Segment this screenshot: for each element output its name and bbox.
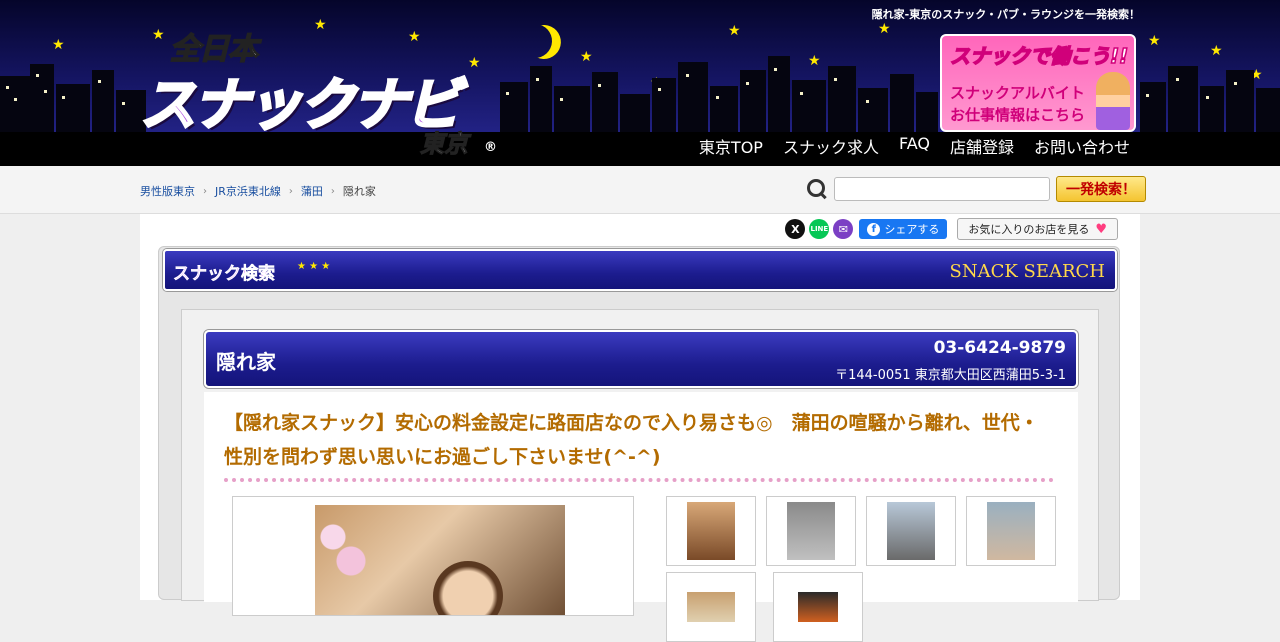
- breadcrumb: 男性版東京 › JR京浜東北線 › 蒲田 › 隠れ家: [140, 183, 376, 199]
- breadcrumb-separator: ›: [330, 185, 335, 197]
- main-content: X LINE ✉ f シェアする お気に入りのお店を見る ♥ スナック検索 ★ …: [140, 214, 1140, 642]
- star-decor: ★: [728, 23, 741, 39]
- favorites-button[interactable]: お気に入りのお店を見る ♥: [957, 218, 1118, 240]
- facebook-share-button[interactable]: f シェアする: [859, 219, 948, 239]
- logo-line3: 東京: [420, 130, 469, 159]
- thumbnail[interactable]: [866, 496, 956, 566]
- nav-snack-jobs[interactable]: スナック求人: [783, 134, 879, 158]
- panel-title-jp: スナック検索: [173, 264, 276, 285]
- search-icon: [806, 178, 828, 200]
- mail-share-icon[interactable]: ✉: [833, 219, 854, 239]
- photo-sign-thumb: [687, 592, 735, 622]
- shop-catchphrase: 【隠れ家スナック】安心の料金設定に路面店なので入り易さも◎ 蒲田の喧騒から離れ、…: [224, 412, 1039, 468]
- sparkle-stars-icon: ★ ★ ★: [297, 261, 331, 272]
- orchid-decor: [315, 505, 375, 585]
- favorites-label: お気に入りのお店を見る: [968, 223, 1090, 236]
- site-search: 一発検索！: [806, 176, 1146, 202]
- breadcrumb-separator: ›: [203, 185, 207, 197]
- site-logo[interactable]: 全日本 スナックナビ 東京 ®: [139, 24, 500, 164]
- thumbnail[interactable]: [773, 572, 863, 642]
- panel-title-en: SNACK SEARCH: [949, 261, 1105, 282]
- nav-faq[interactable]: FAQ: [899, 134, 930, 158]
- banner-character-icon: [1096, 72, 1130, 130]
- snack-search-panel: スナック検索 ★ ★ ★ SNACK SEARCH 隠れ家 03-6424-98…: [158, 246, 1120, 642]
- shop-body: 【隠れ家スナック】安心の料金設定に路面店なので入り易さも◎ 蒲田の喧騒から離れ、…: [204, 392, 1078, 642]
- share-bar: X LINE ✉ f シェアする お気に入りのお店を見る ♥: [785, 218, 1118, 240]
- shop-address: 〒144-0051 東京都大田区西蒲田5-3-1: [835, 368, 1066, 383]
- facebook-icon: f: [867, 222, 881, 236]
- shop-phone[interactable]: 03-6424-9879: [934, 338, 1066, 358]
- breadcrumb-separator: ›: [288, 185, 293, 197]
- photo-interior-counter-thumb: [987, 502, 1035, 560]
- shop-card: 隠れ家 03-6424-9879 〒144-0051 東京都大田区西蒲田5-3-…: [181, 309, 1099, 642]
- nav-contact[interactable]: お問い合わせ: [1034, 134, 1130, 158]
- thumbnail[interactable]: [766, 496, 856, 566]
- breadcrumb-bar: 男性版東京 › JR京浜東北線 › 蒲田 › 隠れ家 一発検索！: [0, 166, 1280, 214]
- banner-line3: お仕事情報はこちら: [950, 106, 1086, 124]
- search-input[interactable]: [834, 177, 1050, 201]
- logo-registered: ®: [484, 140, 497, 155]
- star-decor: ★: [52, 37, 65, 53]
- site-header: 隠れ家-東京のスナック・パブ・ラウンジを一発検索！ ★ ★ ★ ★ ★ ★ ★ …: [0, 0, 1280, 166]
- shop-main-photo[interactable]: [232, 496, 634, 616]
- breadcrumb-item[interactable]: 男性版東京: [140, 183, 195, 199]
- dotted-divider: [224, 478, 1054, 482]
- photo-entrance-thumb: [787, 502, 835, 560]
- line-share-icon[interactable]: LINE: [809, 219, 830, 239]
- job-banner[interactable]: スナックで働こう!! スナックアルバイト お仕事情報はこちら: [940, 34, 1136, 132]
- nav-shop-register[interactable]: 店舗登録: [950, 134, 1014, 158]
- photo-interior-sofa-thumb: [887, 502, 935, 560]
- thumbnail[interactable]: [666, 496, 756, 566]
- x-share-icon[interactable]: X: [785, 219, 806, 239]
- shop-name: 隠れ家: [216, 350, 276, 374]
- photo-tv-thumb: [798, 592, 838, 622]
- thumbnail[interactable]: [666, 572, 756, 642]
- panel-title-bar: スナック検索 ★ ★ ★ SNACK SEARCH: [163, 249, 1117, 291]
- photo-woman-thumb: [687, 502, 735, 560]
- nav-tokyo-top[interactable]: 東京TOP: [699, 134, 763, 158]
- banner-line1: スナックで働こう!!: [949, 43, 1129, 69]
- search-button[interactable]: 一発検索！: [1056, 176, 1146, 202]
- thumbnail[interactable]: [966, 496, 1056, 566]
- shop-header: 隠れ家 03-6424-9879 〒144-0051 東京都大田区西蒲田5-3-…: [204, 330, 1078, 388]
- top-nav: 東京TOP スナック求人 FAQ 店舗登録 お問い合わせ: [699, 134, 1130, 158]
- banner-line2: スナックアルバイト: [950, 84, 1085, 102]
- breadcrumb-item[interactable]: JR京浜東北線: [215, 183, 281, 199]
- facebook-share-label: シェアする: [884, 223, 940, 236]
- breadcrumb-current: 隠れ家: [342, 185, 376, 198]
- site-tagline: 隠れ家-東京のスナック・パブ・ラウンジを一発検索！: [871, 8, 1140, 21]
- logo-line2: スナックナビ: [139, 72, 463, 140]
- heart-icon: ♥: [1095, 221, 1107, 237]
- star-decor: ★: [1148, 33, 1161, 49]
- breadcrumb-item[interactable]: 蒲田: [301, 183, 323, 199]
- star-decor: ★: [878, 21, 891, 37]
